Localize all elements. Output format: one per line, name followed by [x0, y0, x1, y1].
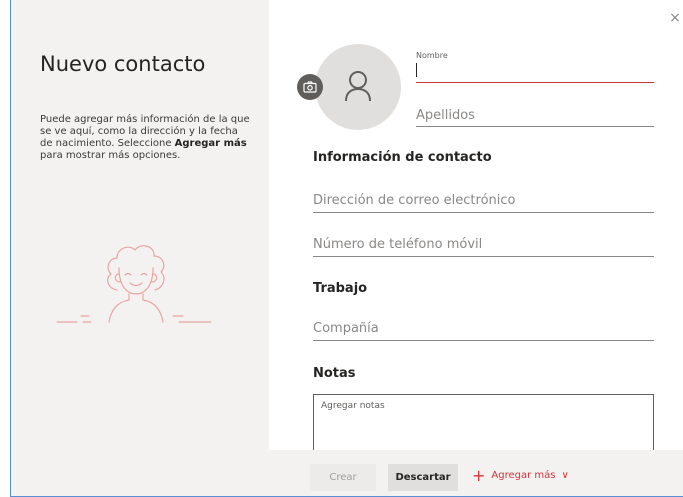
close-button[interactable]: × — [667, 10, 683, 26]
avatar[interactable] — [315, 44, 401, 130]
notes-heading: Notas — [313, 366, 356, 381]
close-icon: × — [669, 10, 681, 26]
chevron-down-icon: ∨ — [561, 470, 569, 481]
description-bold: Agregar más — [174, 138, 247, 149]
text-caret — [416, 63, 417, 77]
work-heading: Trabajo — [313, 281, 368, 296]
create-button[interactable]: Crear — [310, 464, 376, 491]
camera-icon — [303, 81, 317, 93]
mobile-phone-field[interactable] — [313, 232, 654, 257]
description-text-2: para mostrar más opciones. — [40, 150, 181, 161]
notes-input[interactable] — [313, 394, 654, 452]
discard-button[interactable]: Descartar — [388, 464, 458, 491]
plus-icon: + — [472, 465, 486, 485]
dialog-description: Puede agregar más información de la que … — [40, 114, 250, 162]
dialog-title: Nuevo contacto — [40, 52, 206, 76]
first-name-input[interactable] — [416, 62, 654, 83]
person-icon — [345, 71, 371, 102]
person-illustration — [56, 245, 212, 323]
new-contact-dialog: Nuevo contacto Puede agregar más informa… — [10, 0, 683, 497]
dialog-footer: Crear Descartar + Agregar más ∨ — [269, 450, 683, 496]
first-name-label: Nombre — [416, 51, 448, 60]
add-more-button[interactable]: + Agregar más ∨ — [472, 465, 569, 485]
info-pane: Nuevo contacto Puede agregar más informa… — [11, 0, 269, 496]
company-field[interactable] — [313, 316, 654, 341]
add-more-label: Agregar más — [491, 470, 556, 481]
add-photo-button[interactable] — [297, 74, 323, 100]
last-name-input[interactable] — [416, 104, 654, 127]
email-field[interactable] — [313, 188, 654, 213]
contact-info-heading: Información de contacto — [313, 150, 492, 165]
